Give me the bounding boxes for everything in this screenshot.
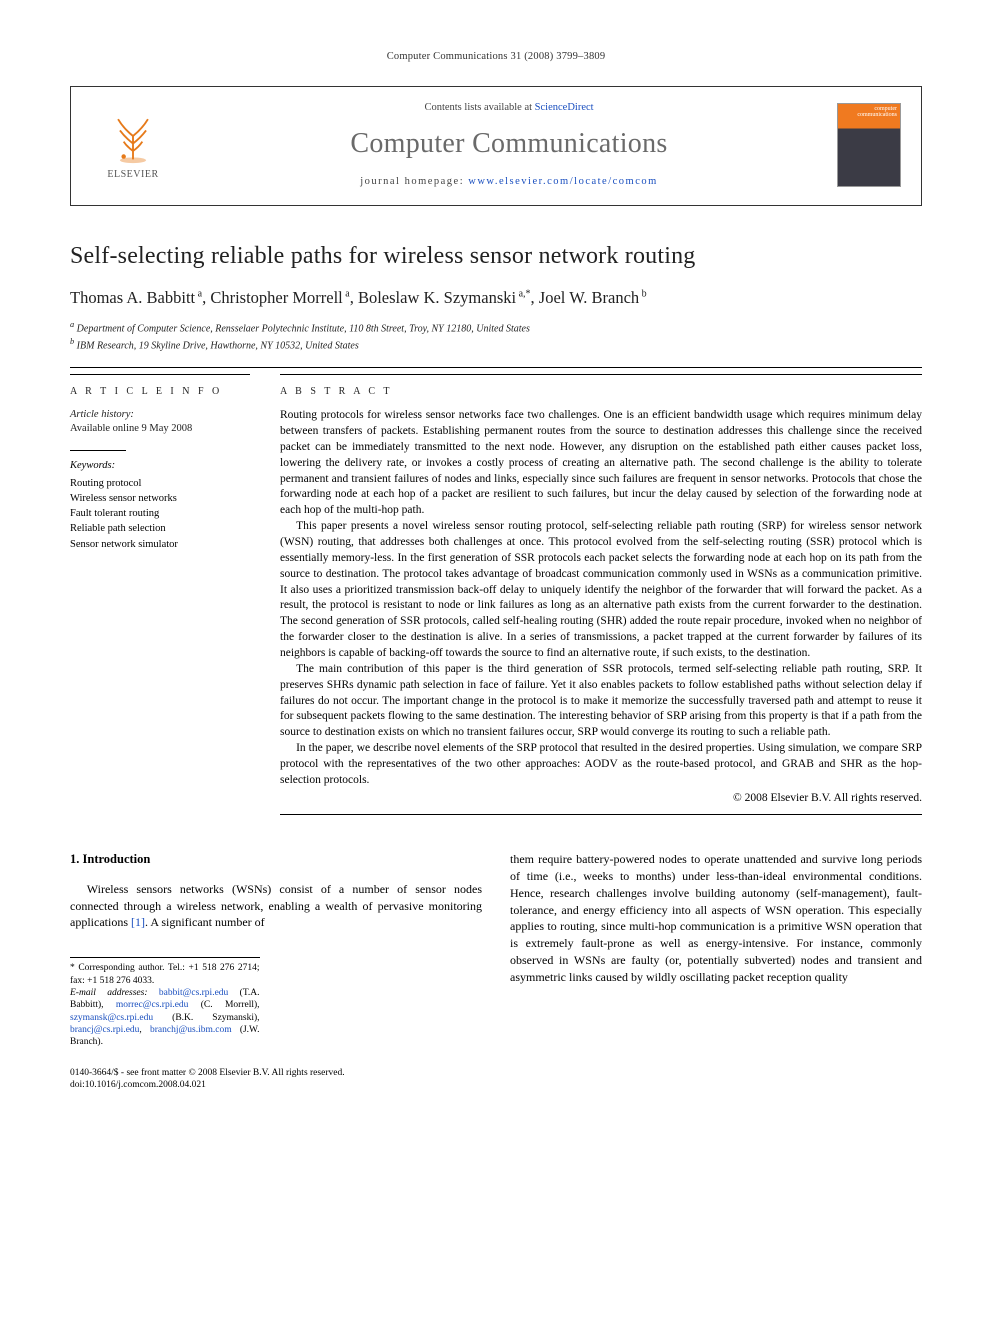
page-footer: 0140-3664/$ - see front matter © 2008 El…: [70, 1067, 922, 1092]
keywords-label: Keywords:: [70, 459, 250, 473]
emails-label: E-mail addresses:: [70, 988, 148, 998]
article-title: Self-selecting reliable paths for wirele…: [70, 240, 922, 272]
email-who: (C. Morrell): [201, 1000, 257, 1010]
history-label: Article history:: [70, 408, 250, 422]
footnotes: * Corresponding author. Tel.: +1 518 276…: [70, 957, 260, 1048]
footer-publisher-icon: [862, 1067, 922, 1087]
corr-marker: *: [526, 288, 531, 299]
author: Thomas A. Babbitt: [70, 288, 195, 307]
body-columns: 1. Introduction Wireless sensors network…: [70, 851, 922, 1048]
publisher-logo-block: ELSEVIER: [85, 108, 181, 182]
article-info-column: A R T I C L E I N F O Article history: A…: [70, 374, 250, 816]
author: Christopher Morrell: [210, 288, 342, 307]
keywords-list: Routing protocol Wireless sensor network…: [70, 476, 250, 552]
keyword: Wireless sensor networks: [70, 491, 250, 506]
meta-abstract-row: A R T I C L E I N F O Article history: A…: [70, 374, 922, 816]
doi-line: doi:10.1016/j.comcom.2008.04.021: [70, 1079, 345, 1091]
abstract-para: Routing protocols for wireless sensor ne…: [280, 408, 922, 519]
section-title: Introduction: [83, 852, 151, 866]
email-who: ,: [139, 1025, 141, 1035]
keyword: Fault tolerant routing: [70, 506, 250, 521]
cover-caption: computer communications: [841, 106, 897, 118]
section-number: 1.: [70, 852, 79, 866]
email-who: (B.K. Szymanski): [172, 1013, 257, 1023]
email-link[interactable]: branchj@us.ibm.com: [150, 1025, 232, 1035]
email-link[interactable]: brancj@cs.rpi.edu: [70, 1025, 139, 1035]
masthead-center: Contents lists available at ScienceDirec…: [195, 101, 823, 189]
abstract-para: The main contribution of this paper is t…: [280, 662, 922, 741]
keyword: Routing protocol: [70, 476, 250, 491]
affil-marker: a: [343, 288, 350, 299]
issn-line: 0140-3664/$ - see front matter © 2008 El…: [70, 1067, 345, 1079]
affil-marker: b: [639, 288, 647, 299]
email-addresses: E-mail addresses: babbit@cs.rpi.edu (T.A…: [70, 987, 260, 1049]
sciencedirect-link[interactable]: ScienceDirect: [535, 102, 594, 113]
journal-cover-image: computer communications: [837, 103, 901, 187]
article-info-label: A R T I C L E I N F O: [70, 385, 250, 399]
journal-cover-thumb: computer communications: [837, 103, 907, 187]
abstract-copyright: © 2008 Elsevier B.V. All rights reserved…: [280, 791, 922, 807]
keyword: Sensor network simulator: [70, 537, 250, 552]
affiliation-a-text: Department of Computer Science, Renssela…: [77, 323, 530, 334]
body-paragraph: Wireless sensors networks (WSNs) consist…: [70, 881, 482, 931]
abstract-para: This paper presents a novel wireless sen…: [280, 519, 922, 662]
journal-title: Computer Communications: [195, 125, 823, 163]
running-head: Computer Communications 31 (2008) 3799–3…: [70, 50, 922, 64]
keyword: Reliable path selection: [70, 521, 250, 536]
page: Computer Communications 31 (2008) 3799–3…: [0, 0, 992, 1131]
homepage-prefix: journal homepage:: [360, 176, 468, 187]
contents-prefix: Contents lists available at: [424, 102, 534, 113]
abstract-label: A B S T R A C T: [280, 385, 922, 399]
body-left-column: 1. Introduction Wireless sensors network…: [70, 851, 482, 1048]
body-paragraph: them require battery-powered nodes to op…: [510, 851, 922, 985]
footer-right: [862, 1067, 922, 1092]
homepage-link[interactable]: www.elsevier.com/locate/comcom: [468, 176, 658, 187]
article-history: Article history: Available online 9 May …: [70, 408, 250, 436]
affil-marker: a,: [516, 288, 525, 299]
publisher-name: ELSEVIER: [107, 168, 158, 182]
authors-line: Thomas A. Babbitt a, Christopher Morrell…: [70, 287, 922, 309]
affiliation-a: a Department of Computer Science, Rensse…: [70, 319, 922, 336]
body-right-column: them require battery-powered nodes to op…: [510, 851, 922, 1048]
author: Boleslaw K. Szymanski: [358, 288, 516, 307]
affil-marker: a: [195, 288, 202, 299]
history-value: Available online 9 May 2008: [70, 422, 250, 436]
contents-line: Contents lists available at ScienceDirec…: [195, 101, 823, 115]
abstract-column: A B S T R A C T Routing protocols for wi…: [280, 374, 922, 816]
footer-left: 0140-3664/$ - see front matter © 2008 El…: [70, 1067, 345, 1092]
homepage-line: journal homepage: www.elsevier.com/locat…: [195, 175, 823, 189]
affiliation-b: b IBM Research, 19 Skyline Drive, Hawtho…: [70, 336, 922, 353]
meta-divider: [70, 450, 126, 451]
citation-link[interactable]: [1]: [131, 915, 145, 929]
section-heading: 1. Introduction: [70, 851, 482, 869]
abstract-para: In the paper, we describe novel elements…: [280, 741, 922, 789]
email-link[interactable]: szymansk@cs.rpi.edu: [70, 1013, 153, 1023]
divider: [70, 367, 922, 368]
masthead: ELSEVIER Contents lists available at Sci…: [70, 86, 922, 206]
affiliation-b-text: IBM Research, 19 Skyline Drive, Hawthorn…: [77, 340, 359, 351]
corresponding-author-note: * Corresponding author. Tel.: +1 518 276…: [70, 962, 260, 987]
elsevier-tree-icon: [105, 108, 161, 164]
email-link[interactable]: morrec@cs.rpi.edu: [116, 1000, 189, 1010]
abstract-body: Routing protocols for wireless sensor ne…: [280, 408, 922, 789]
email-link[interactable]: babbit@cs.rpi.edu: [159, 988, 228, 998]
abstract-bottom-rule: [280, 814, 922, 815]
affiliations: a Department of Computer Science, Rensse…: [70, 319, 922, 353]
author: Joel W. Branch: [539, 288, 639, 307]
